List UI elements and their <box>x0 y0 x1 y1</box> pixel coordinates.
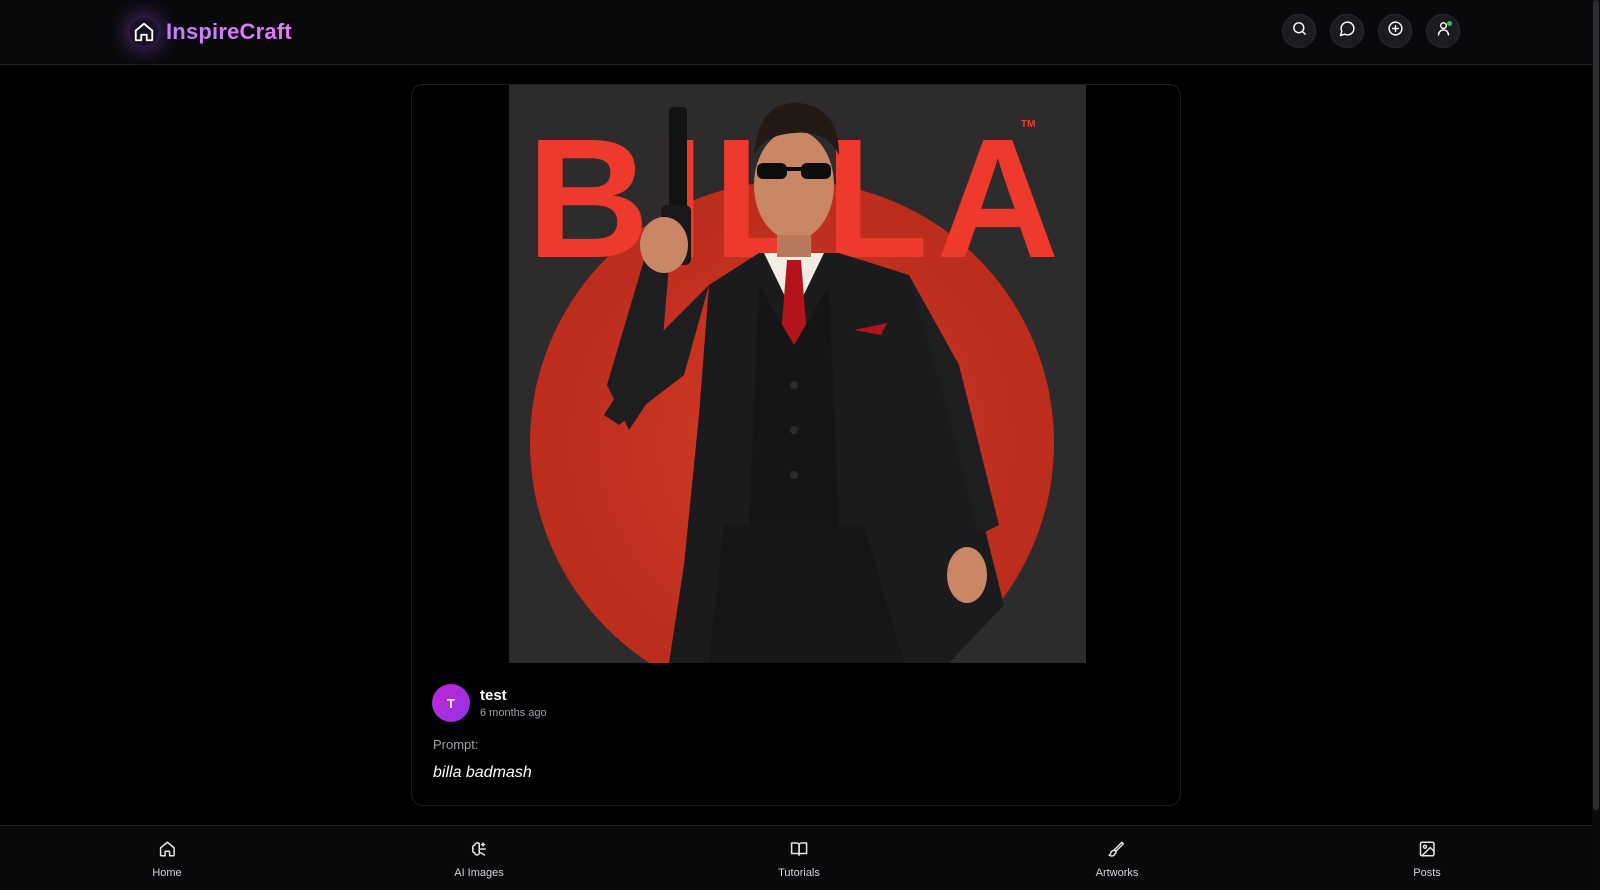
avatar[interactable]: T <box>432 684 470 722</box>
nav-label-home: Home <box>152 867 182 879</box>
post-timestamp: 6 months ago <box>480 707 547 719</box>
search-icon <box>1291 20 1308 42</box>
messages-button[interactable] <box>1330 14 1364 48</box>
post-card: BILLA TM <box>411 84 1181 806</box>
create-post-button[interactable] <box>1378 14 1412 48</box>
nav-item-artworks[interactable]: Artworks <box>1095 840 1139 879</box>
app-name: InspireCraft <box>166 19 292 44</box>
nav-label-artworks: Artworks <box>1095 867 1139 879</box>
nav-label-posts: Posts <box>1413 867 1441 879</box>
nav-item-ai-images[interactable]: AI Images <box>454 840 504 879</box>
author-info: test 6 months ago <box>480 687 547 719</box>
prompt-text: billa badmash <box>433 764 532 781</box>
top-bar: InspireCraft <box>0 0 1592 65</box>
book-open-icon <box>790 840 808 863</box>
app-logo[interactable]: InspireCraft <box>130 16 292 48</box>
search-button[interactable] <box>1282 14 1316 48</box>
artwork-tm-mark: TM <box>1021 119 1035 130</box>
prompt-label: Prompt: <box>433 737 479 752</box>
image-icon <box>1418 840 1436 863</box>
chat-bubble-icon <box>1339 20 1356 42</box>
author-name[interactable]: test <box>480 687 547 704</box>
online-status-dot <box>1447 21 1452 26</box>
brain-sparkle-icon <box>470 840 488 863</box>
post-author[interactable]: T test 6 months ago <box>432 684 547 722</box>
scrollbar[interactable] <box>1592 0 1600 890</box>
home-icon <box>158 840 176 863</box>
nav-label-tutorials: Tutorials <box>778 867 820 879</box>
home-icon <box>130 18 158 46</box>
bottom-nav: Home AI Images Tutorials Artworks Posts <box>0 825 1592 890</box>
nav-item-tutorials[interactable]: Tutorials <box>778 840 820 879</box>
plus-circle-icon <box>1387 20 1404 42</box>
brush-icon <box>1108 840 1126 863</box>
nav-item-home[interactable]: Home <box>152 840 182 879</box>
post-artwork[interactable]: BILLA TM <box>509 85 1086 663</box>
nav-item-posts[interactable]: Posts <box>1413 840 1441 879</box>
nav-label-ai-images: AI Images <box>454 867 504 879</box>
top-actions <box>1282 14 1460 48</box>
profile-button[interactable] <box>1426 14 1460 48</box>
scrollbar-thumb[interactable] <box>1593 0 1599 810</box>
